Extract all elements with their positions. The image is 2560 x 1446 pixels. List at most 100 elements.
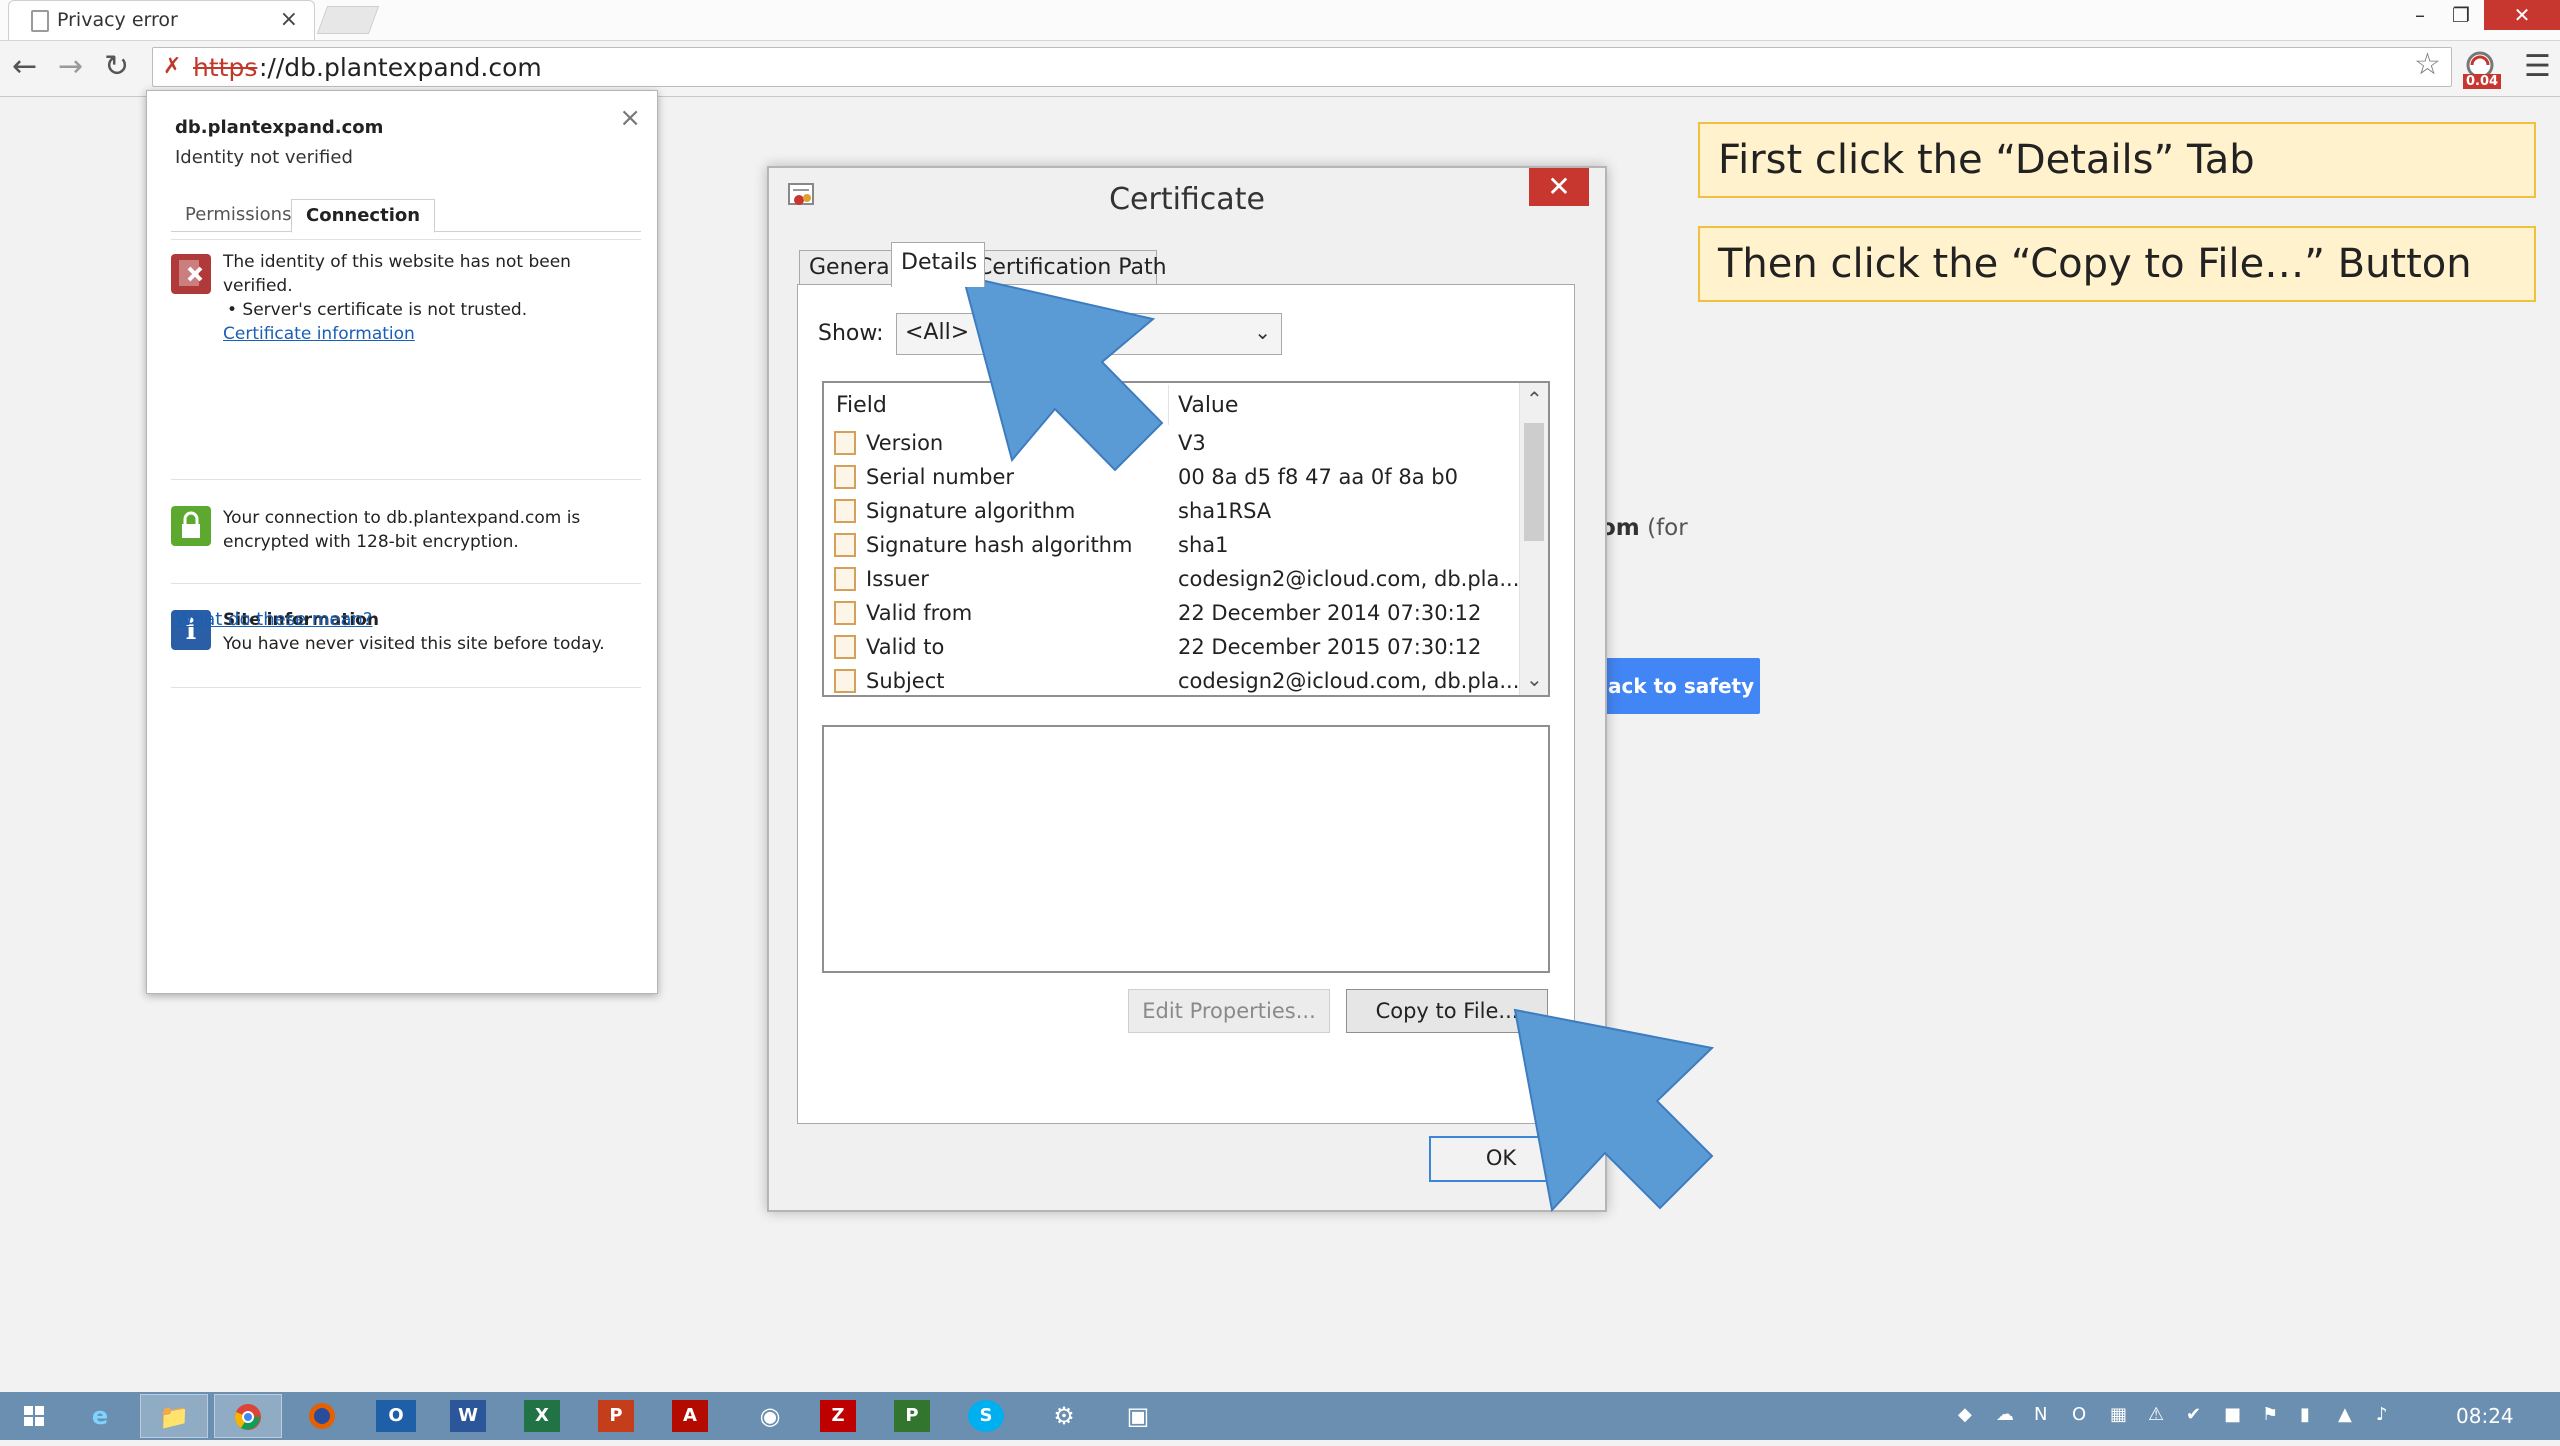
lock-icon xyxy=(171,506,211,546)
scroll-up-icon[interactable]: ⌃ xyxy=(1526,387,1543,411)
field-icon xyxy=(834,601,856,625)
field-value: codesign2@icloud.com, db.pla... xyxy=(1178,669,1520,693)
back-to-safety-button[interactable]: ack to safety xyxy=(1600,658,1760,714)
field-value: sha1RSA xyxy=(1178,499,1272,523)
tray-flag-icon[interactable]: ⚑ xyxy=(2262,1404,2278,1425)
filezilla-icon[interactable]: Z xyxy=(820,1400,856,1432)
tray-warning-icon[interactable]: ⚠ xyxy=(2148,1404,2164,1425)
field-value: codesign2@icloud.com, db.pla... xyxy=(1178,567,1520,591)
connection-text: Your connection to db.plantexpand.com is… xyxy=(223,508,581,552)
column-header-value[interactable]: Value xyxy=(1178,393,1238,418)
table-row[interactable]: Signature algorithm sha1RSA xyxy=(834,495,1514,529)
ok-button[interactable]: OK xyxy=(1429,1136,1573,1182)
popup-tabs: Permissions Connection xyxy=(171,199,641,233)
browser-tab[interactable]: Privacy error × xyxy=(8,0,315,40)
file-explorer-icon[interactable]: 📁 xyxy=(140,1394,208,1438)
copy-to-file-button[interactable]: Copy to File... xyxy=(1346,989,1548,1033)
forward-icon[interactable]: → xyxy=(58,49,83,84)
show-dropdown-value: <All> xyxy=(905,320,970,345)
tab-connection[interactable]: Connection xyxy=(291,199,436,233)
field-name: Serial number xyxy=(866,465,1015,489)
table-row[interactable]: Valid to 22 December 2015 07:30:12 xyxy=(834,631,1514,665)
word-icon[interactable]: W xyxy=(450,1400,486,1432)
network-tool-icon[interactable]: ⚙ xyxy=(1030,1394,1098,1438)
internet-explorer-icon[interactable]: e xyxy=(66,1394,134,1438)
field-icon xyxy=(834,465,856,489)
tray-check-icon[interactable]: ✔ xyxy=(2186,1404,2201,1425)
dialog-close-button[interactable]: ✕ xyxy=(1529,168,1589,206)
window-close-button[interactable]: ✕ xyxy=(2484,0,2560,30)
url-host: ://db.plantexpand.com xyxy=(259,53,542,82)
field-name: Valid to xyxy=(866,635,945,659)
details-panel: Show: <All> ⌄ Field Value Version V3 Seria… xyxy=(797,284,1575,1124)
field-value: 22 December 2015 07:30:12 xyxy=(1178,635,1482,659)
tab-close-icon[interactable]: × xyxy=(280,7,298,32)
url-scheme: https xyxy=(193,53,258,82)
tray-volume-icon[interactable]: ♪ xyxy=(2376,1404,2388,1425)
field-value: 00 8a d5 f8 47 aa 0f 8a b0 xyxy=(1178,465,1458,489)
list-scrollbar[interactable]: ⌃ ⌄ xyxy=(1519,383,1548,695)
project-icon[interactable]: P xyxy=(894,1400,930,1432)
tray-cloud-icon[interactable]: ☁ xyxy=(1996,1404,2014,1425)
field-value: 22 December 2014 07:30:12 xyxy=(1178,601,1482,625)
background-text-rest: (for xyxy=(1639,515,1688,541)
certificate-dialog: Certificate ✕ General Details Certificat… xyxy=(767,166,1607,1212)
tab-certification-path[interactable]: Certification Path xyxy=(967,250,1167,285)
tray-battery-icon[interactable]: ▮ xyxy=(2300,1404,2310,1425)
table-row[interactable]: Version V3 xyxy=(834,427,1514,461)
scroll-down-icon[interactable]: ⌄ xyxy=(1526,667,1543,691)
tray-nvidia-icon[interactable]: ■ xyxy=(2224,1404,2241,1425)
field-list[interactable]: Field Value Version V3 Serial number 00 8a … xyxy=(822,381,1550,697)
tray-outlook-icon[interactable]: O xyxy=(2072,1404,2086,1425)
table-row[interactable]: Issuer codesign2@icloud.com, db.pla... xyxy=(834,563,1519,597)
table-row[interactable]: Signature hash algorithm sha1 xyxy=(834,529,1514,563)
page-icon xyxy=(31,10,49,32)
field-icon xyxy=(834,499,856,523)
tab-permissions[interactable]: Permissions xyxy=(171,199,305,231)
table-row[interactable]: Serial number 00 8a d5 f8 47 aa 0f 8a b0 xyxy=(834,461,1514,495)
table-row[interactable]: Subject codesign2@icloud.com, db.pla... xyxy=(834,665,1519,695)
menu-icon[interactable]: ☰ xyxy=(2524,49,2551,84)
outlook-icon[interactable]: O xyxy=(376,1400,416,1432)
field-detail-box[interactable] xyxy=(822,725,1550,973)
restore-button[interactable]: ❐ xyxy=(2446,0,2476,30)
page-info-popup: × db.plantexpand.com Identity not verifi… xyxy=(146,90,658,994)
skype-icon[interactable]: S xyxy=(968,1400,1004,1432)
field-icon xyxy=(834,635,856,659)
chrome-icon[interactable] xyxy=(214,1394,282,1438)
table-row[interactable]: Valid from 22 December 2014 07:30:12 xyxy=(834,597,1514,631)
column-header-field[interactable]: Field xyxy=(836,393,887,418)
field-icon xyxy=(834,669,856,693)
tray-network-icon[interactable]: ▦ xyxy=(2110,1404,2127,1425)
scroll-thumb[interactable] xyxy=(1524,423,1544,541)
site-info-section: i Site information You have never visite… xyxy=(171,583,641,688)
tray-signal-icon[interactable]: ▲ xyxy=(2338,1404,2352,1425)
taskbar-clock[interactable]: 08:24 xyxy=(2456,1404,2514,1428)
address-bar[interactable]: ✗ https ://db.plantexpand.com xyxy=(152,47,2452,87)
instruction-callout-2: Then click the “Copy to File…” Button xyxy=(1698,226,2536,302)
show-dropdown[interactable]: <All> ⌄ xyxy=(896,313,1282,355)
excel-icon[interactable]: X xyxy=(524,1400,560,1432)
terminal-icon[interactable]: ▣ xyxy=(1104,1394,1172,1438)
tab-details[interactable]: Details xyxy=(891,242,985,287)
back-icon[interactable]: ← xyxy=(12,49,37,84)
gimp-icon[interactable]: ◉ xyxy=(736,1394,804,1438)
firefox-icon[interactable] xyxy=(288,1394,356,1438)
tray-onenote-icon[interactable]: N xyxy=(2034,1404,2047,1425)
tray-update-icon[interactable]: ◆ xyxy=(1958,1404,1972,1425)
background-text: om (for xyxy=(1600,515,1688,541)
minimize-button[interactable]: – xyxy=(2405,0,2435,30)
what-do-these-mean-link[interactable]: What do these mean? xyxy=(175,609,373,630)
reload-icon[interactable]: ↻ xyxy=(104,49,129,84)
powerpoint-icon[interactable]: P xyxy=(598,1400,634,1432)
acrobat-icon[interactable]: A xyxy=(672,1400,708,1432)
new-tab-button[interactable] xyxy=(316,6,380,34)
certificate-info-link[interactable]: Certificate information xyxy=(223,322,623,346)
start-button[interactable] xyxy=(0,1394,68,1438)
insecure-lock-icon[interactable]: ✗ xyxy=(163,54,181,79)
bookmark-star-icon[interactable]: ☆ xyxy=(2414,47,2441,82)
popup-close-icon[interactable]: × xyxy=(619,103,641,133)
edit-properties-button: Edit Properties... xyxy=(1128,989,1330,1033)
identity-text: The identity of this website has not bee… xyxy=(223,252,571,296)
field-name: Signature algorithm xyxy=(866,499,1076,523)
